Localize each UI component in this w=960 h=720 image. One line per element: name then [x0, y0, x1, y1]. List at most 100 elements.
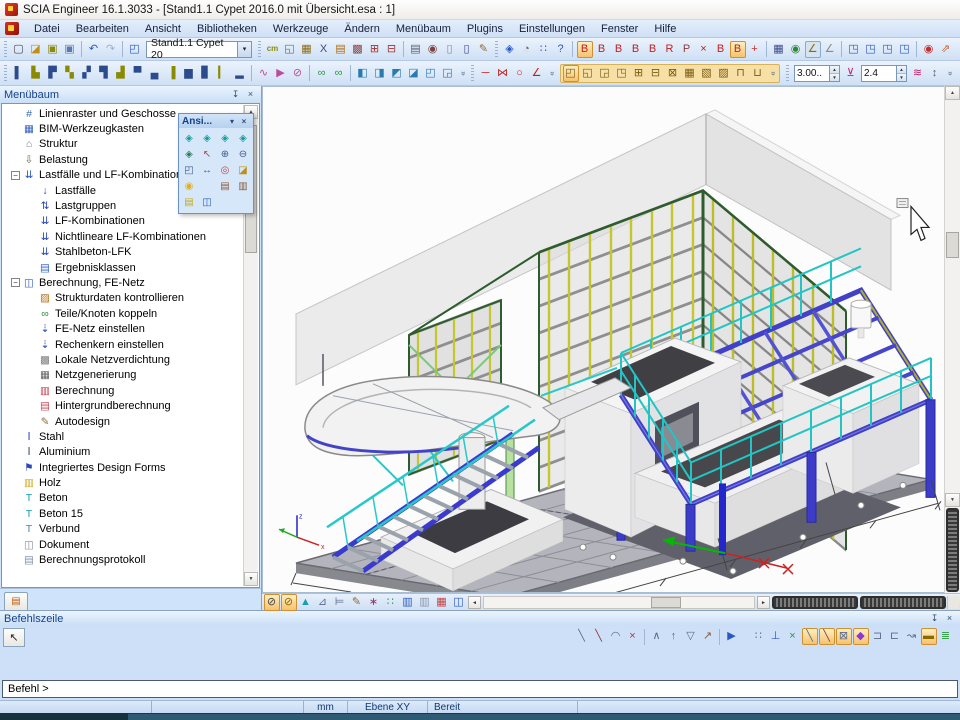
scale-spinner[interactable]: 3.00.. ▲ ▼ — [794, 65, 840, 82]
select-by-polygon-icon[interactable]: B — [611, 41, 627, 58]
show-volumes-icon[interactable]: ▲ — [298, 594, 314, 611]
view-params-7-icon[interactable]: ⊠ — [665, 65, 681, 82]
copy-view-1-icon[interactable]: ◳ — [846, 41, 862, 58]
clipboard-picture-icon[interactable]: ▤ — [181, 195, 198, 210]
tree-item-verbund[interactable]: T Verbund — [2, 522, 259, 537]
tree-item-integriertes-design-forms[interactable]: ⚑ Integriertes Design Forms — [2, 460, 259, 475]
line-grid-icon[interactable]: ⊥ — [768, 628, 784, 645]
tree-item-autodesign[interactable]: ✎ Autodesign — [2, 414, 259, 429]
select-members-icon[interactable]: ▶ — [273, 65, 289, 82]
command-input[interactable]: Befehl > — [2, 680, 958, 698]
view-params-8-icon[interactable]: ▦ — [682, 65, 698, 82]
scroll-down-icon[interactable]: ▼ — [945, 493, 960, 507]
snap-intersection-icon[interactable]: ∧ — [649, 628, 665, 645]
factor-spinner[interactable]: 2.4 ▲ ▼ — [861, 65, 907, 82]
show-supports-icon[interactable]: ⊨ — [332, 594, 348, 611]
scroll-up-icon[interactable]: ▲ — [945, 86, 960, 100]
perspective-on-icon[interactable]: ∠ — [805, 41, 821, 58]
status-units[interactable]: mm — [304, 701, 348, 713]
show-labels-icon[interactable]: ✎ — [349, 594, 365, 611]
deselect-icon[interactable]: × — [696, 41, 712, 58]
beam-tool-3-icon[interactable]: ▜ — [96, 65, 112, 82]
trim-members-icon[interactable]: ⊘ — [290, 65, 306, 82]
document-icon[interactable]: ▯ — [442, 41, 458, 58]
show-entity-info-icon[interactable]: ▥ — [400, 594, 416, 611]
view-yz-icon[interactable]: ◈ — [217, 131, 234, 146]
viewport-scroll-track[interactable] — [945, 100, 960, 493]
view-xy-icon[interactable]: ◈ — [181, 131, 198, 146]
zoom-all-icon[interactable]: ↔ — [199, 163, 216, 178]
close-icon[interactable]: × — [244, 88, 257, 101]
show-names-icon[interactable]: ∗ — [366, 594, 382, 611]
save-all-icon[interactable]: ▣ — [45, 41, 61, 58]
mesh-icon[interactable]: ▩ — [350, 41, 366, 58]
3d-window-icon[interactable]: ◫ — [199, 195, 216, 210]
disconnect-nodes-icon[interactable]: ◨ — [372, 65, 388, 82]
toolbar-overflow-button[interactable]: » — [941, 68, 958, 79]
snap-middle-icon[interactable]: × — [785, 628, 801, 645]
tree-item-stahl[interactable]: Ⅰ Stahl — [2, 429, 259, 444]
show-gcs-icon[interactable]: ◫ — [451, 594, 467, 611]
toolbar-overflow-button[interactable]: » — [543, 68, 560, 79]
tree-item-strukturdaten-kontrollieren[interactable]: ▨ Strukturdaten kontrollieren — [2, 291, 259, 306]
pin-icon[interactable]: ↧ — [928, 612, 941, 625]
menu-plugins[interactable]: Plugins — [459, 22, 511, 36]
snap-midpoint-icon[interactable]: ╲ — [591, 628, 607, 645]
tree-item-rechenkern-einstellen[interactable]: ⇣ Rechenkern einstellen — [2, 337, 259, 352]
zoom-window-icon[interactable]: ◰ — [181, 163, 198, 178]
show-loads-icon[interactable]: ⊿ — [315, 594, 331, 611]
tree-item-berechnungsprotokoll[interactable]: ▤ Berechnungsprotokoll — [2, 552, 259, 567]
viewport-scene[interactable]: z x — [262, 86, 944, 593]
scroll-right-icon[interactable]: ► — [757, 596, 770, 609]
snap-line-2-icon[interactable]: ╲ — [819, 628, 835, 645]
tree-item-fe-netz-einstellen[interactable]: ⇣ FE-Netz einstellen — [2, 321, 259, 336]
select-by-property-icon[interactable]: R — [662, 41, 678, 58]
print-screen-icon[interactable]: ▤ — [217, 179, 234, 194]
zoom-document-icon[interactable]: ◔ — [519, 41, 535, 58]
menu-einstellungen[interactable]: Einstellungen — [511, 22, 593, 36]
snap-point-icon[interactable]: ◆ — [853, 628, 869, 645]
dropdown-icon[interactable]: ▾ — [226, 117, 238, 126]
link-parts-icon[interactable]: ∿ — [256, 65, 272, 82]
copy-view-3-icon[interactable]: ◳ — [880, 41, 896, 58]
polyline-mode-icon[interactable]: ↝ — [904, 628, 920, 645]
merge-nodes-icon[interactable]: ◰ — [423, 65, 439, 82]
redraw-icon[interactable]: ◉ — [921, 41, 937, 58]
view-params-2-icon[interactable]: ◱ — [580, 65, 596, 82]
beam-tool-2-icon[interactable]: ▞ — [79, 65, 95, 82]
tree-item-netzgenerierung[interactable]: ▦ Netzgenerierung — [2, 368, 259, 383]
view-params-5-icon[interactable]: ⊞ — [631, 65, 647, 82]
units-icon[interactable]: cm — [265, 41, 281, 58]
select-special-icon[interactable]: B — [730, 41, 746, 58]
catalog-icon[interactable]: ▦ — [299, 41, 315, 58]
menu-ansicht[interactable]: Ansicht — [137, 22, 189, 36]
glasses-1-icon[interactable]: ∞ — [314, 65, 330, 82]
tree-item-dokument[interactable]: ◫ Dokument — [2, 537, 259, 552]
tree-item-beton[interactable]: T Beton — [2, 491, 259, 506]
select-add-icon[interactable]: B — [713, 41, 729, 58]
wall-tool-icon[interactable]: ▊ — [198, 65, 214, 82]
node-tool-icon[interactable]: ▎ — [215, 65, 231, 82]
redo-icon[interactable]: ↷ — [103, 41, 119, 58]
tree-item-holz[interactable]: ▥ Holz — [2, 475, 259, 490]
snap-endpoint-icon[interactable]: ╲ — [574, 628, 590, 645]
view-params-3-icon[interactable]: ◲ — [597, 65, 613, 82]
viewport-vertical-scrollbar[interactable]: ▲ ▼ — [944, 86, 960, 593]
show-b-icon[interactable]: ▥ — [417, 594, 433, 611]
tree-item-hintergrundberechnung[interactable]: ▤ Hintergrundberechnung — [2, 398, 259, 413]
draw-circle-icon[interactable]: ○ — [512, 65, 528, 82]
ruler-icon[interactable]: ▬ — [921, 628, 937, 645]
tree-item-lokale-netzverdichtung[interactable]: ▩ Lokale Netzverdichtung — [2, 352, 259, 367]
connect-nodes-icon[interactable]: ◧ — [355, 65, 371, 82]
copy-view-4-icon[interactable]: ◳ — [897, 41, 913, 58]
snap-orthogonal-icon[interactable]: ↑ — [666, 628, 682, 645]
tree-item-ergebnisklassen[interactable]: ▤ Ergebnisklassen — [2, 260, 259, 275]
haunch-tool-icon[interactable]: ▀ — [130, 65, 146, 82]
combo-dropdown-icon[interactable]: ▾ — [237, 42, 251, 57]
snap-box-icon[interactable]: ⊠ — [836, 628, 852, 645]
point-grid-icon[interactable]: ∷ — [536, 41, 552, 58]
menu-werkzeuge[interactable]: Werkzeuge — [265, 22, 336, 36]
move-ucs-icon[interactable]: ⊏ — [887, 628, 903, 645]
accelerators-icon[interactable]: ◈ — [502, 41, 518, 58]
toolbar-overflow-button[interactable]: » — [764, 68, 781, 79]
